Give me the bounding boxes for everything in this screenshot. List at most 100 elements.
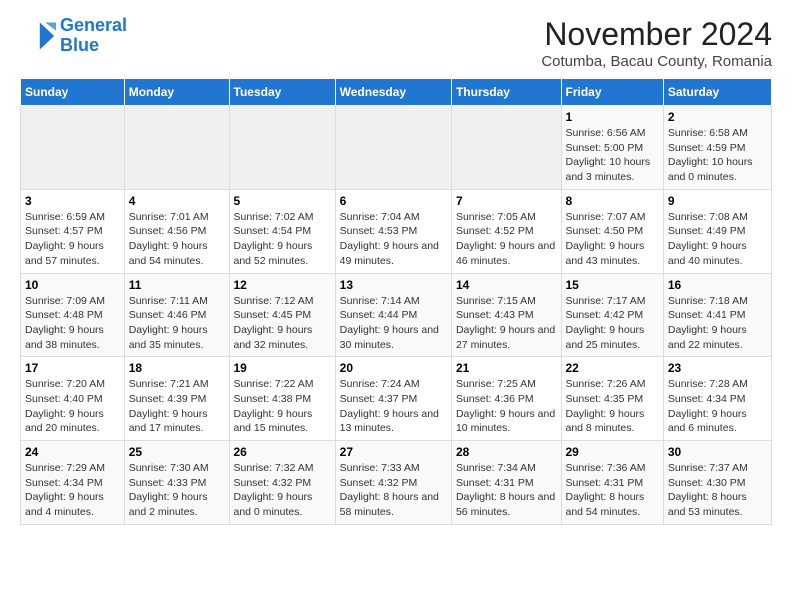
calendar-cell: 3Sunrise: 6:59 AM Sunset: 4:57 PM Daylig… <box>21 189 125 273</box>
main-title: November 2024 <box>541 16 772 53</box>
day-info: Sunrise: 7:14 AM Sunset: 4:44 PM Dayligh… <box>340 294 447 353</box>
day-info: Sunrise: 7:07 AM Sunset: 4:50 PM Dayligh… <box>566 210 659 269</box>
day-info: Sunrise: 7:32 AM Sunset: 4:32 PM Dayligh… <box>234 461 331 520</box>
calendar-cell: 12 Sunrise: 7:12 AM Sunset: 4:45 PM Dayli… <box>229 273 335 357</box>
calendar-cell: 26 Sunrise: 7:32 AM Sunset: 4:32 PM Dayli… <box>229 441 335 525</box>
calendar-cell <box>335 106 451 190</box>
day-number: 27 <box>340 445 447 459</box>
week-row-3: 10Sunrise: 7:09 AM Sunset: 4:48 PM Dayli… <box>21 273 772 357</box>
day-info: Sunrise: 7:04 AM Sunset: 4:53 PM Dayligh… <box>340 210 447 269</box>
day-info: Sunrise: 7:25 AM Sunset: 4:36 PM Dayligh… <box>456 377 557 436</box>
title-block: November 2024 Cotumba, Bacau County, Rom… <box>541 16 772 70</box>
day-header-monday: Monday <box>124 79 229 106</box>
calendar-cell: 14 Sunrise: 7:15 AM Sunset: 4:43 PM Dayli… <box>451 273 561 357</box>
day-info: Sunrise: 7:21 AM Sunset: 4:39 PM Dayligh… <box>129 377 225 436</box>
day-info: Sunrise: 7:24 AM Sunset: 4:37 PM Dayligh… <box>340 377 447 436</box>
day-info: Sunrise: 7:12 AM Sunset: 4:45 PM Dayligh… <box>234 294 331 353</box>
day-info: Sunrise: 7:28 AM Sunset: 4:34 PM Dayligh… <box>668 377 767 436</box>
calendar-cell: 6 Sunrise: 7:04 AM Sunset: 4:53 PM Daylig… <box>335 189 451 273</box>
calendar-cell: 24Sunrise: 7:29 AM Sunset: 4:34 PM Dayli… <box>21 441 125 525</box>
logo-icon <box>20 18 56 54</box>
day-info: Sunrise: 7:01 AM Sunset: 4:56 PM Dayligh… <box>129 210 225 269</box>
calendar-cell <box>451 106 561 190</box>
calendar-cell: 20 Sunrise: 7:24 AM Sunset: 4:37 PM Dayli… <box>335 357 451 441</box>
calendar-cell: 25Sunrise: 7:30 AM Sunset: 4:33 PM Dayli… <box>124 441 229 525</box>
day-number: 21 <box>456 361 557 375</box>
day-info: Sunrise: 7:20 AM Sunset: 4:40 PM Dayligh… <box>25 377 120 436</box>
calendar-cell: 27 Sunrise: 7:33 AM Sunset: 4:32 PM Dayli… <box>335 441 451 525</box>
day-number: 3 <box>25 194 120 208</box>
calendar-cell: 28 Sunrise: 7:34 AM Sunset: 4:31 PM Dayli… <box>451 441 561 525</box>
day-info: Sunrise: 7:05 AM Sunset: 4:52 PM Dayligh… <box>456 210 557 269</box>
day-header-tuesday: Tuesday <box>229 79 335 106</box>
day-info: Sunrise: 7:15 AM Sunset: 4:43 PM Dayligh… <box>456 294 557 353</box>
day-info: Sunrise: 7:02 AM Sunset: 4:54 PM Dayligh… <box>234 210 331 269</box>
day-info: Sunrise: 7:34 AM Sunset: 4:31 PM Dayligh… <box>456 461 557 520</box>
day-info: Sunrise: 7:11 AM Sunset: 4:46 PM Dayligh… <box>129 294 225 353</box>
day-number: 29 <box>566 445 659 459</box>
calendar-cell: 16Sunrise: 7:18 AM Sunset: 4:41 PM Dayli… <box>663 273 771 357</box>
calendar-cell: 11Sunrise: 7:11 AM Sunset: 4:46 PM Dayli… <box>124 273 229 357</box>
logo-line2: Blue <box>60 35 99 55</box>
day-number: 12 <box>234 278 331 292</box>
calendar-cell <box>124 106 229 190</box>
day-number: 2 <box>668 110 767 124</box>
day-header-sunday: Sunday <box>21 79 125 106</box>
calendar-cell: 21 Sunrise: 7:25 AM Sunset: 4:36 PM Dayli… <box>451 357 561 441</box>
calendar-cell: 29Sunrise: 7:36 AM Sunset: 4:31 PM Dayli… <box>561 441 663 525</box>
calendar-cell: 13 Sunrise: 7:14 AM Sunset: 4:44 PM Dayli… <box>335 273 451 357</box>
week-row-2: 3Sunrise: 6:59 AM Sunset: 4:57 PM Daylig… <box>21 189 772 273</box>
calendar-cell: 30Sunrise: 7:37 AM Sunset: 4:30 PM Dayli… <box>663 441 771 525</box>
calendar-cell: 8 Sunrise: 7:07 AM Sunset: 4:50 PM Daylig… <box>561 189 663 273</box>
day-number: 24 <box>25 445 120 459</box>
day-info: Sunrise: 7:33 AM Sunset: 4:32 PM Dayligh… <box>340 461 447 520</box>
day-number: 14 <box>456 278 557 292</box>
week-row-5: 24Sunrise: 7:29 AM Sunset: 4:34 PM Dayli… <box>21 441 772 525</box>
calendar-cell: 22Sunrise: 7:26 AM Sunset: 4:35 PM Dayli… <box>561 357 663 441</box>
subtitle: Cotumba, Bacau County, Romania <box>541 53 772 70</box>
calendar-body: 1 Sunrise: 6:56 AM Sunset: 5:00 PM Daylig… <box>21 106 772 525</box>
header: General Blue November 2024 Cotumba, Baca… <box>20 16 772 70</box>
day-number: 9 <box>668 194 767 208</box>
day-number: 30 <box>668 445 767 459</box>
day-number: 28 <box>456 445 557 459</box>
calendar-cell: 4 Sunrise: 7:01 AM Sunset: 4:56 PM Daylig… <box>124 189 229 273</box>
logo: General Blue <box>20 16 127 56</box>
day-number: 18 <box>129 361 225 375</box>
day-info: Sunrise: 7:22 AM Sunset: 4:38 PM Dayligh… <box>234 377 331 436</box>
day-number: 7 <box>456 194 557 208</box>
day-header-thursday: Thursday <box>451 79 561 106</box>
calendar-cell <box>21 106 125 190</box>
calendar-cell: 15Sunrise: 7:17 AM Sunset: 4:42 PM Dayli… <box>561 273 663 357</box>
logo-line1: General <box>60 15 127 35</box>
day-number: 26 <box>234 445 331 459</box>
day-number: 6 <box>340 194 447 208</box>
day-number: 5 <box>234 194 331 208</box>
day-number: 17 <box>25 361 120 375</box>
day-number: 19 <box>234 361 331 375</box>
calendar-cell: 2 Sunrise: 6:58 AM Sunset: 4:59 PM Daylig… <box>663 106 771 190</box>
day-number: 8 <box>566 194 659 208</box>
day-info: Sunrise: 6:58 AM Sunset: 4:59 PM Dayligh… <box>668 126 767 185</box>
calendar-cell: 10Sunrise: 7:09 AM Sunset: 4:48 PM Dayli… <box>21 273 125 357</box>
day-number: 23 <box>668 361 767 375</box>
day-number: 4 <box>129 194 225 208</box>
calendar-table: SundayMondayTuesdayWednesdayThursdayFrid… <box>20 78 772 525</box>
day-info: Sunrise: 6:56 AM Sunset: 5:00 PM Dayligh… <box>566 126 659 185</box>
day-header-saturday: Saturday <box>663 79 771 106</box>
day-info: Sunrise: 7:09 AM Sunset: 4:48 PM Dayligh… <box>25 294 120 353</box>
calendar-header-row: SundayMondayTuesdayWednesdayThursdayFrid… <box>21 79 772 106</box>
calendar-cell: 7 Sunrise: 7:05 AM Sunset: 4:52 PM Daylig… <box>451 189 561 273</box>
calendar-cell: 5 Sunrise: 7:02 AM Sunset: 4:54 PM Daylig… <box>229 189 335 273</box>
day-info: Sunrise: 7:17 AM Sunset: 4:42 PM Dayligh… <box>566 294 659 353</box>
calendar-cell: 9 Sunrise: 7:08 AM Sunset: 4:49 PM Daylig… <box>663 189 771 273</box>
day-number: 1 <box>566 110 659 124</box>
calendar-cell <box>229 106 335 190</box>
calendar-cell: 19 Sunrise: 7:22 AM Sunset: 4:38 PM Dayli… <box>229 357 335 441</box>
day-info: Sunrise: 7:18 AM Sunset: 4:41 PM Dayligh… <box>668 294 767 353</box>
week-row-1: 1 Sunrise: 6:56 AM Sunset: 5:00 PM Daylig… <box>21 106 772 190</box>
day-number: 25 <box>129 445 225 459</box>
day-number: 20 <box>340 361 447 375</box>
day-info: Sunrise: 7:08 AM Sunset: 4:49 PM Dayligh… <box>668 210 767 269</box>
day-number: 13 <box>340 278 447 292</box>
